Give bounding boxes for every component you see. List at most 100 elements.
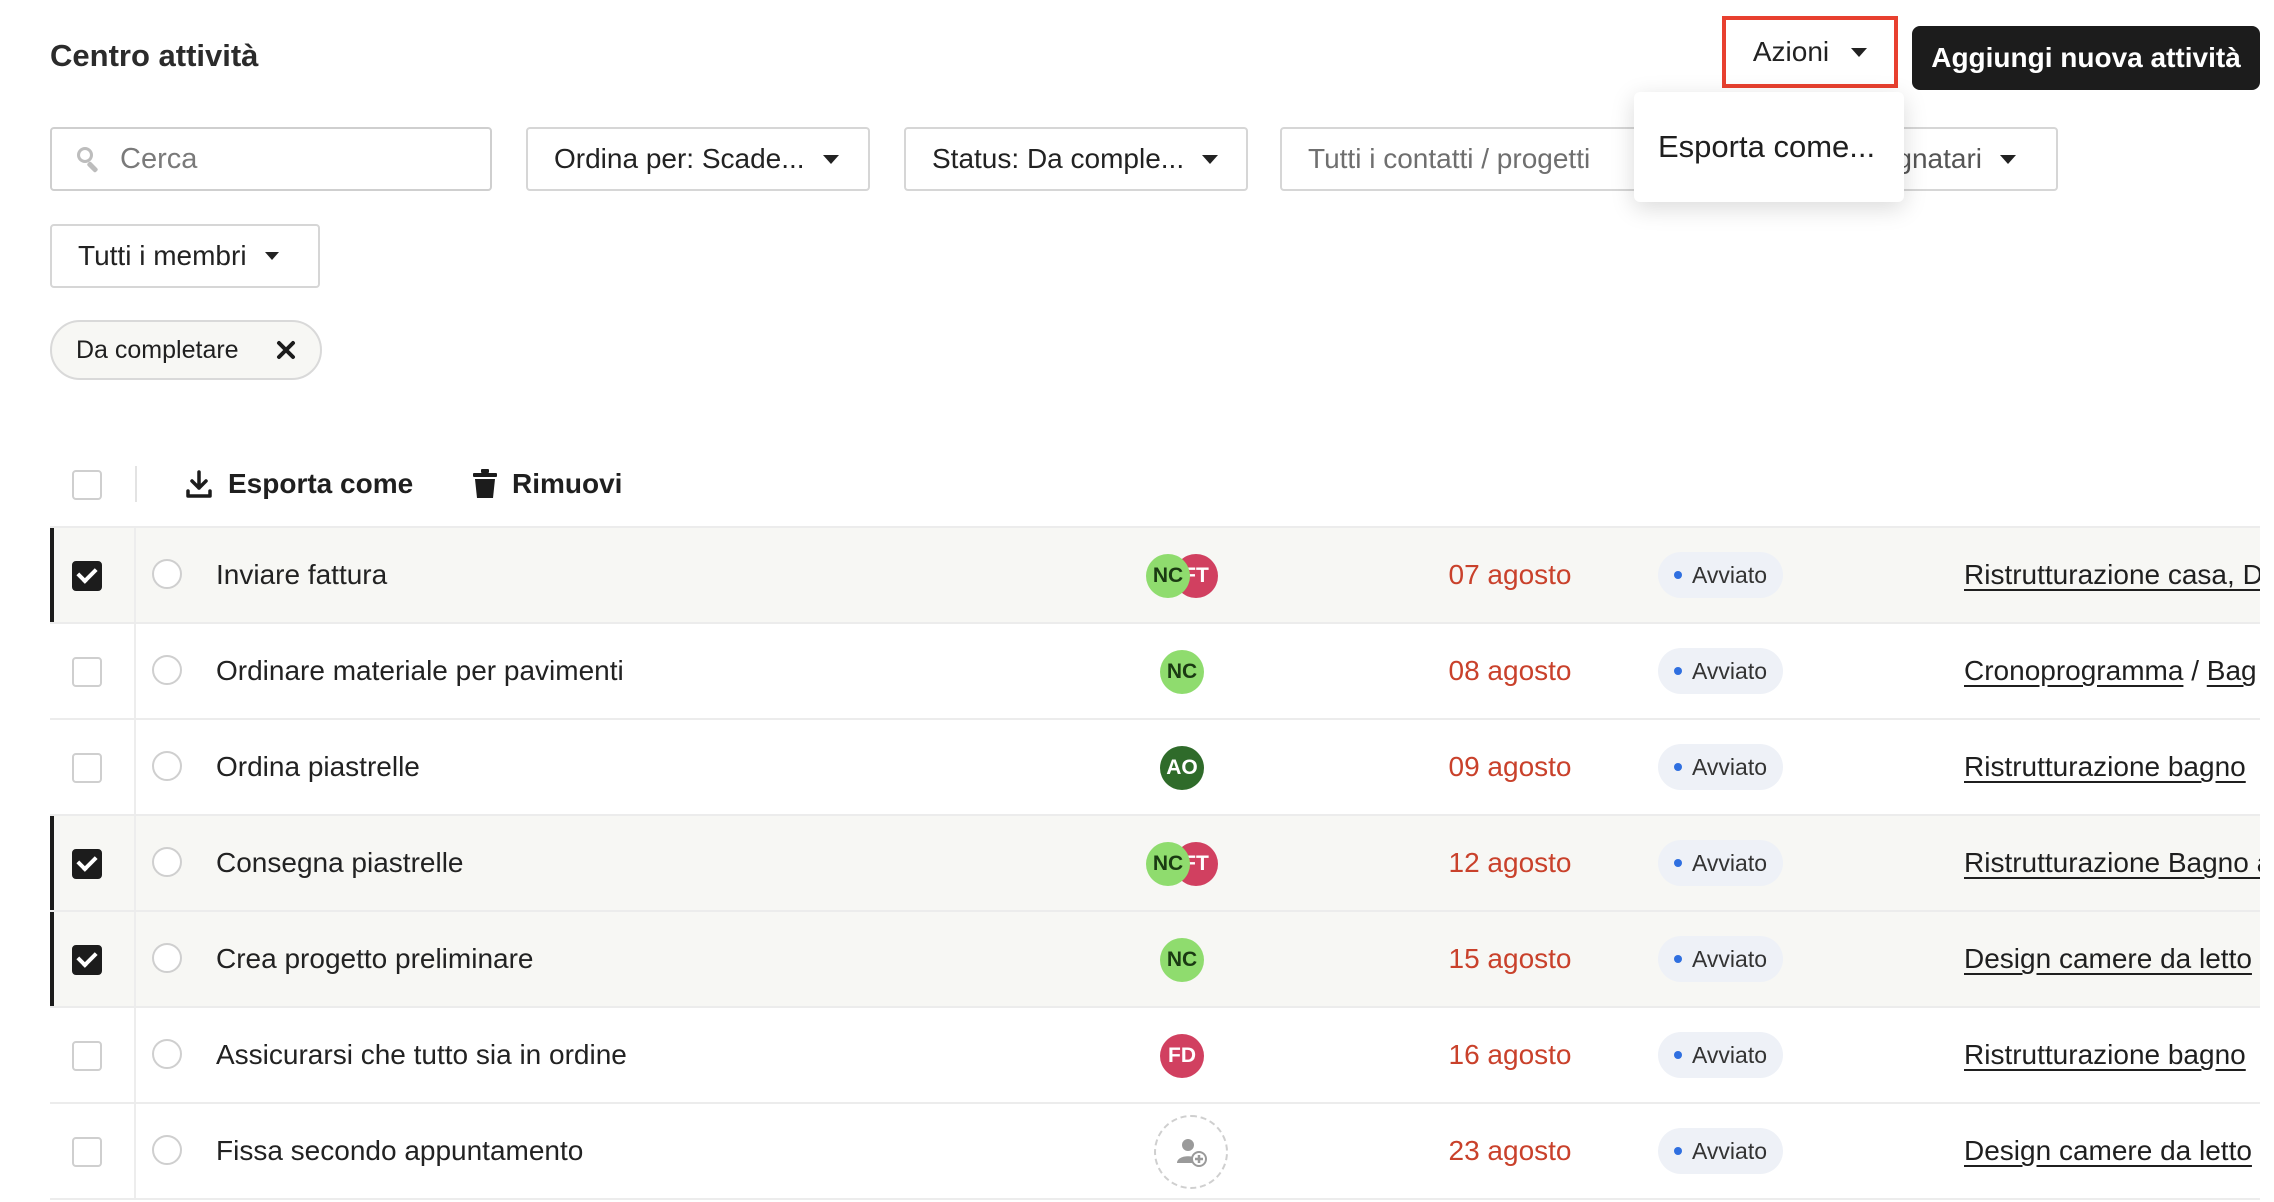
table-row[interactable]: Consegna piastrelle NC FT 12 agosto Avvia… [50,816,2260,912]
due-date: 23 agosto [1448,1135,1572,1166]
project-link[interactable]: Ristrutturazione bagno [1964,1039,2260,1071]
column-divider [134,624,136,718]
caret-down-icon [822,154,839,164]
table-row[interactable]: Crea progetto preliminare NC 15 agosto A… [50,912,2260,1008]
task-title[interactable]: Ordina piastrelle [216,751,420,783]
assignee-avatars: NC [1146,938,1236,984]
close-icon[interactable] [276,340,296,360]
project-name[interactable]: Design camere da letto [1964,1135,2252,1166]
status-badge: Avviato [1658,1032,1784,1078]
column-divider [134,912,136,1006]
status-dot-icon [1674,1147,1682,1155]
remove-label: Rimuovi [512,468,623,499]
row-checkbox[interactable] [72,849,102,879]
caret-down-icon [264,252,279,260]
row-checkbox[interactable] [72,561,102,591]
active-filter-chip: Da completare [50,320,322,380]
project-name[interactable]: Ristrutturazione casa, D [1964,559,2260,590]
remove-button[interactable]: Rimuovi [472,468,622,500]
column-divider [134,720,136,814]
project-link[interactable]: Ristrutturazione bagno [1964,751,2260,783]
task-title[interactable]: Inviare fattura [216,559,387,591]
toolbar-divider [135,466,137,502]
status-filter[interactable]: Status: Da comple... [904,127,1248,191]
due-date: 16 agosto [1448,1039,1572,1070]
status-dot-icon [1674,571,1682,579]
actions-dropdown-button[interactable]: Azioni [1722,16,1898,88]
table-row[interactable]: Fissa secondo appuntamento 23 agosto Avv… [50,1104,2260,1200]
avatar: FD [1160,1034,1204,1078]
assignee-avatars: NC FT [1146,842,1236,888]
row-checkbox[interactable] [72,945,102,975]
status-text: Avviato [1692,1137,1768,1164]
project-name[interactable]: Ristrutturazione bagno [1964,1039,2246,1070]
complete-toggle[interactable] [152,1039,182,1069]
status-text: Avviato [1692,1041,1768,1068]
search-input[interactable] [118,141,462,177]
task-title[interactable]: Assicurarsi che tutto sia in ordine [216,1039,627,1071]
project-link[interactable]: Design camere da letto [1964,1135,2260,1167]
search-box[interactable] [50,127,492,191]
table-row[interactable]: Inviare fattura NC FT 07 agosto Avviato R… [50,528,2260,624]
caret-down-icon [2000,154,2016,164]
add-assignee-button[interactable] [1154,1115,1228,1189]
complete-toggle[interactable] [152,1135,182,1165]
task-title[interactable]: Fissa secondo appuntamento [216,1135,583,1167]
due-date: 12 agosto [1448,847,1572,878]
row-checkbox[interactable] [72,753,102,783]
caret-down-icon [1851,47,1868,57]
table-row[interactable]: Ordinare materiale per pavimenti NC 08 a… [50,624,2260,720]
due-date: 09 agosto [1448,751,1572,782]
task-title[interactable]: Consegna piastrelle [216,847,464,879]
project-link[interactable]: Cronoprogramma / Bag [1964,655,2260,687]
sort-filter[interactable]: Ordina per: Scade... [526,127,870,191]
status-text: Avviato [1692,657,1768,684]
row-checkbox[interactable] [72,1041,102,1071]
add-task-button[interactable]: Aggiungi nuova attività [1912,26,2260,90]
task-title[interactable]: Crea progetto preliminare [216,943,534,975]
table-row[interactable]: Ordina piastrelle AO 09 agosto Avviato R… [50,720,2260,816]
chip-label: Da completare [76,335,239,364]
due-date: 08 agosto [1448,655,1572,686]
task-title[interactable]: Ordinare materiale per pavimenti [216,655,624,687]
project-subname[interactable]: Bag [2207,655,2257,686]
menu-item-export[interactable]: Esporta come... [1658,129,1875,165]
download-icon [186,470,212,498]
status-filter-label: Status: Da comple... [932,143,1185,174]
complete-toggle[interactable] [152,943,182,973]
project-link[interactable]: Design camere da letto [1964,943,2260,975]
task-list: Inviare fattura NC FT 07 agosto Avviato R… [50,526,2260,1200]
export-as-button[interactable]: Esporta come [184,468,413,500]
complete-toggle[interactable] [152,751,182,781]
contacts-projects-filter[interactable]: Tutti i contatti / progetti [1280,127,1640,191]
members-filter[interactable]: Tutti i membri [50,224,320,288]
avatar: NC [1160,650,1204,694]
status-text: Avviato [1692,945,1768,972]
row-checkbox[interactable] [72,657,102,687]
avatar: NC [1160,938,1204,982]
complete-toggle[interactable] [152,847,182,877]
status-dot-icon [1674,763,1682,771]
trash-icon [473,469,497,498]
page-title: Centro attività [50,38,259,73]
select-all-checkbox[interactable] [72,470,102,500]
project-name[interactable]: Design camere da letto [1964,943,2252,974]
assignee-avatars [1146,1115,1236,1189]
status-dot-icon [1674,667,1682,675]
add-user-icon [1177,1139,1207,1167]
column-divider [134,816,136,910]
complete-toggle[interactable] [152,559,182,589]
complete-toggle[interactable] [152,655,182,685]
status-dot-icon [1674,955,1682,963]
actions-menu: Esporta come... [1634,92,1904,202]
project-link[interactable]: Ristrutturazione casa, D [1964,559,2260,591]
contacts-filter-label: Tutti i contatti / progetti [1308,143,1591,174]
project-name[interactable]: Ristrutturazione bagno [1964,751,2246,782]
status-badge: Avviato [1658,648,1784,694]
status-badge: Avviato [1658,552,1784,598]
table-row[interactable]: Assicurarsi che tutto sia in ordine FD 1… [50,1008,2260,1104]
project-name[interactable]: Cronoprogramma [1964,655,2183,686]
project-name[interactable]: Ristrutturazione Bagno a [1964,847,2260,878]
row-checkbox[interactable] [72,1137,102,1167]
project-link[interactable]: Ristrutturazione Bagno a [1964,847,2260,879]
